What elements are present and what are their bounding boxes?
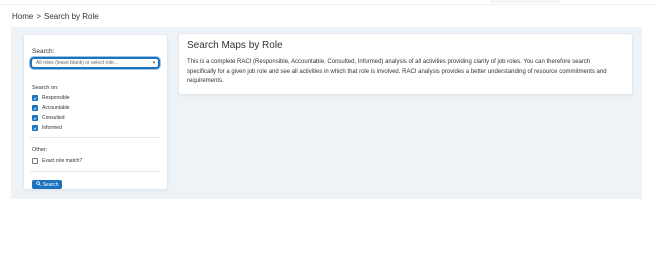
search-button[interactable]: Search (32, 180, 62, 189)
checkbox-responsible[interactable]: Responsible (32, 95, 70, 101)
checkbox-label: Accountable (42, 105, 70, 111)
checkbox-label: Informed (42, 125, 62, 131)
section-divider (30, 171, 160, 172)
breadcrumb-separator: > (36, 12, 42, 21)
search-button-label: Search (42, 181, 59, 188)
search-panel: Search: All roles (leave blank) or selec… (23, 34, 168, 190)
top-border (0, 0, 655, 5)
checkbox-checked-icon[interactable] (32, 125, 38, 131)
role-select-placeholder: All roles (leave blank) or select role..… (36, 60, 118, 66)
page-title: Search Maps by Role (187, 40, 283, 51)
other-label: Other: (32, 147, 48, 153)
info-panel: Search Maps by Role This is a complete R… (178, 33, 633, 95)
chevron-down-icon: ▾ (152, 60, 156, 66)
checkbox-exact-role-match[interactable]: Exact role match? (32, 158, 82, 164)
checkbox-accountable[interactable]: Accountable (32, 105, 70, 111)
page-description: This is a complete RACI (Responsible, Ac… (187, 59, 607, 84)
search-label: Search: (32, 48, 55, 55)
top-tab-shade (490, 0, 560, 3)
checkbox-label: Consulted (42, 115, 65, 121)
breadcrumb: Home > Search by Role (12, 12, 99, 21)
checkbox-checked-icon[interactable] (32, 105, 38, 111)
section-divider (30, 137, 160, 138)
checkbox-checked-icon[interactable] (32, 95, 38, 101)
checkbox-consulted[interactable]: Consulted (32, 115, 65, 121)
checkbox-label: Exact role match? (42, 158, 83, 164)
role-select[interactable]: All roles (leave blank) or select role..… (30, 57, 160, 69)
checkbox-label: Responsible (42, 95, 70, 101)
search-icon (35, 181, 41, 188)
checkbox-informed[interactable]: Informed (32, 125, 62, 131)
search-on-label: Search on: (32, 85, 59, 91)
checkbox-checked-icon[interactable] (32, 115, 38, 121)
breadcrumb-current: Search by Role (44, 12, 99, 21)
checkbox-unchecked-icon[interactable] (32, 158, 38, 164)
breadcrumb-home-link[interactable]: Home (12, 12, 33, 21)
main-content: Search: All roles (leave blank) or selec… (11, 27, 642, 199)
